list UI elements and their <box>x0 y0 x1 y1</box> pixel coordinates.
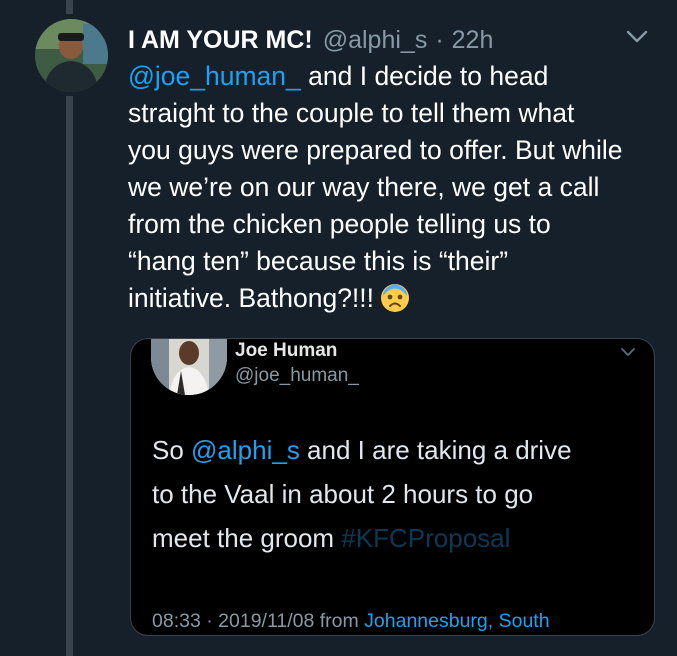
source-location-link[interactable]: Johannesburg, South <box>364 610 549 632</box>
hashtag-link[interactable]: #KFCProposal <box>341 523 510 553</box>
anxious-face-emoji-icon <box>380 283 410 323</box>
thread-line-top <box>66 0 73 14</box>
tweet-line: you guys were prepared to offer. But whi… <box>128 135 623 165</box>
quoted-author-handle[interactable]: @joe_human_ <box>235 365 359 387</box>
quoted-tweet-body: So @alphi_s and I are taking a drive to … <box>152 428 632 560</box>
quoted-text-prefix: So <box>152 435 192 465</box>
tweet-line: initiative. Bathong?!!! <box>128 280 663 323</box>
quoted-tweet-card[interactable]: Joe Human @joe_human_ So @alphi_s and I … <box>130 338 655 636</box>
quoted-tweet-line: So @alphi_s and I are taking a drive <box>152 428 632 472</box>
quoted-tweet-line: meet the groom #KFCProposal <box>152 516 632 560</box>
quoted-tweet-date[interactable]: 2019/11/08 <box>218 610 314 632</box>
mention-link[interactable]: @alphi_s <box>191 435 300 465</box>
author-display-name[interactable]: I AM YOUR MC! <box>128 26 313 55</box>
mention-link[interactable]: @joe_human_ <box>128 61 301 91</box>
chevron-down-icon[interactable] <box>620 346 636 358</box>
quoted-text-rest: and I are taking a drive <box>299 435 572 465</box>
quoted-tweet-line: to the Vaal in about 2 hours to go <box>152 479 534 509</box>
author-handle[interactable]: @alphi_s <box>323 26 428 55</box>
tweet-body: @joe_human_ and I decide to head straigh… <box>128 58 663 323</box>
avatar-photo-icon <box>35 19 108 92</box>
quoted-tweet-time[interactable]: 08:33 <box>152 610 201 632</box>
tweet-header: I AM YOUR MC! @alphi_s · 22h <box>128 22 647 58</box>
tweet-line-text: and I decide to head <box>300 61 549 91</box>
chevron-down-icon[interactable] <box>625 28 649 46</box>
quoted-tweet-meta: 08:33 · 2019/11/08 from Johannesburg, So… <box>152 610 550 633</box>
tweet-line: we we’re on our way there, we get a call <box>128 172 600 202</box>
source-prefix: from <box>319 610 359 632</box>
tweet-line: @joe_human_ and I decide to head <box>128 58 663 95</box>
avatar-photo-icon <box>151 339 227 395</box>
quoted-text-plain: meet the groom <box>152 523 342 553</box>
tweet-line: from the chicken people telling us to <box>128 209 551 239</box>
tweet-line-text: initiative. Bathong?!!! <box>128 283 375 313</box>
thread-line-bottom <box>66 96 73 656</box>
meta-separator: · <box>206 610 213 632</box>
tweet-line: “hang ten” because this is “their” <box>128 246 509 276</box>
tweet-line: straight to the couple to tell them what <box>128 98 575 128</box>
header-separator: · <box>435 25 444 54</box>
quoted-author-avatar[interactable] <box>151 339 227 395</box>
quoted-author-display-name[interactable]: Joe Human <box>235 340 337 362</box>
author-avatar[interactable] <box>35 19 108 92</box>
tweet-timestamp[interactable]: 22h <box>452 26 494 55</box>
